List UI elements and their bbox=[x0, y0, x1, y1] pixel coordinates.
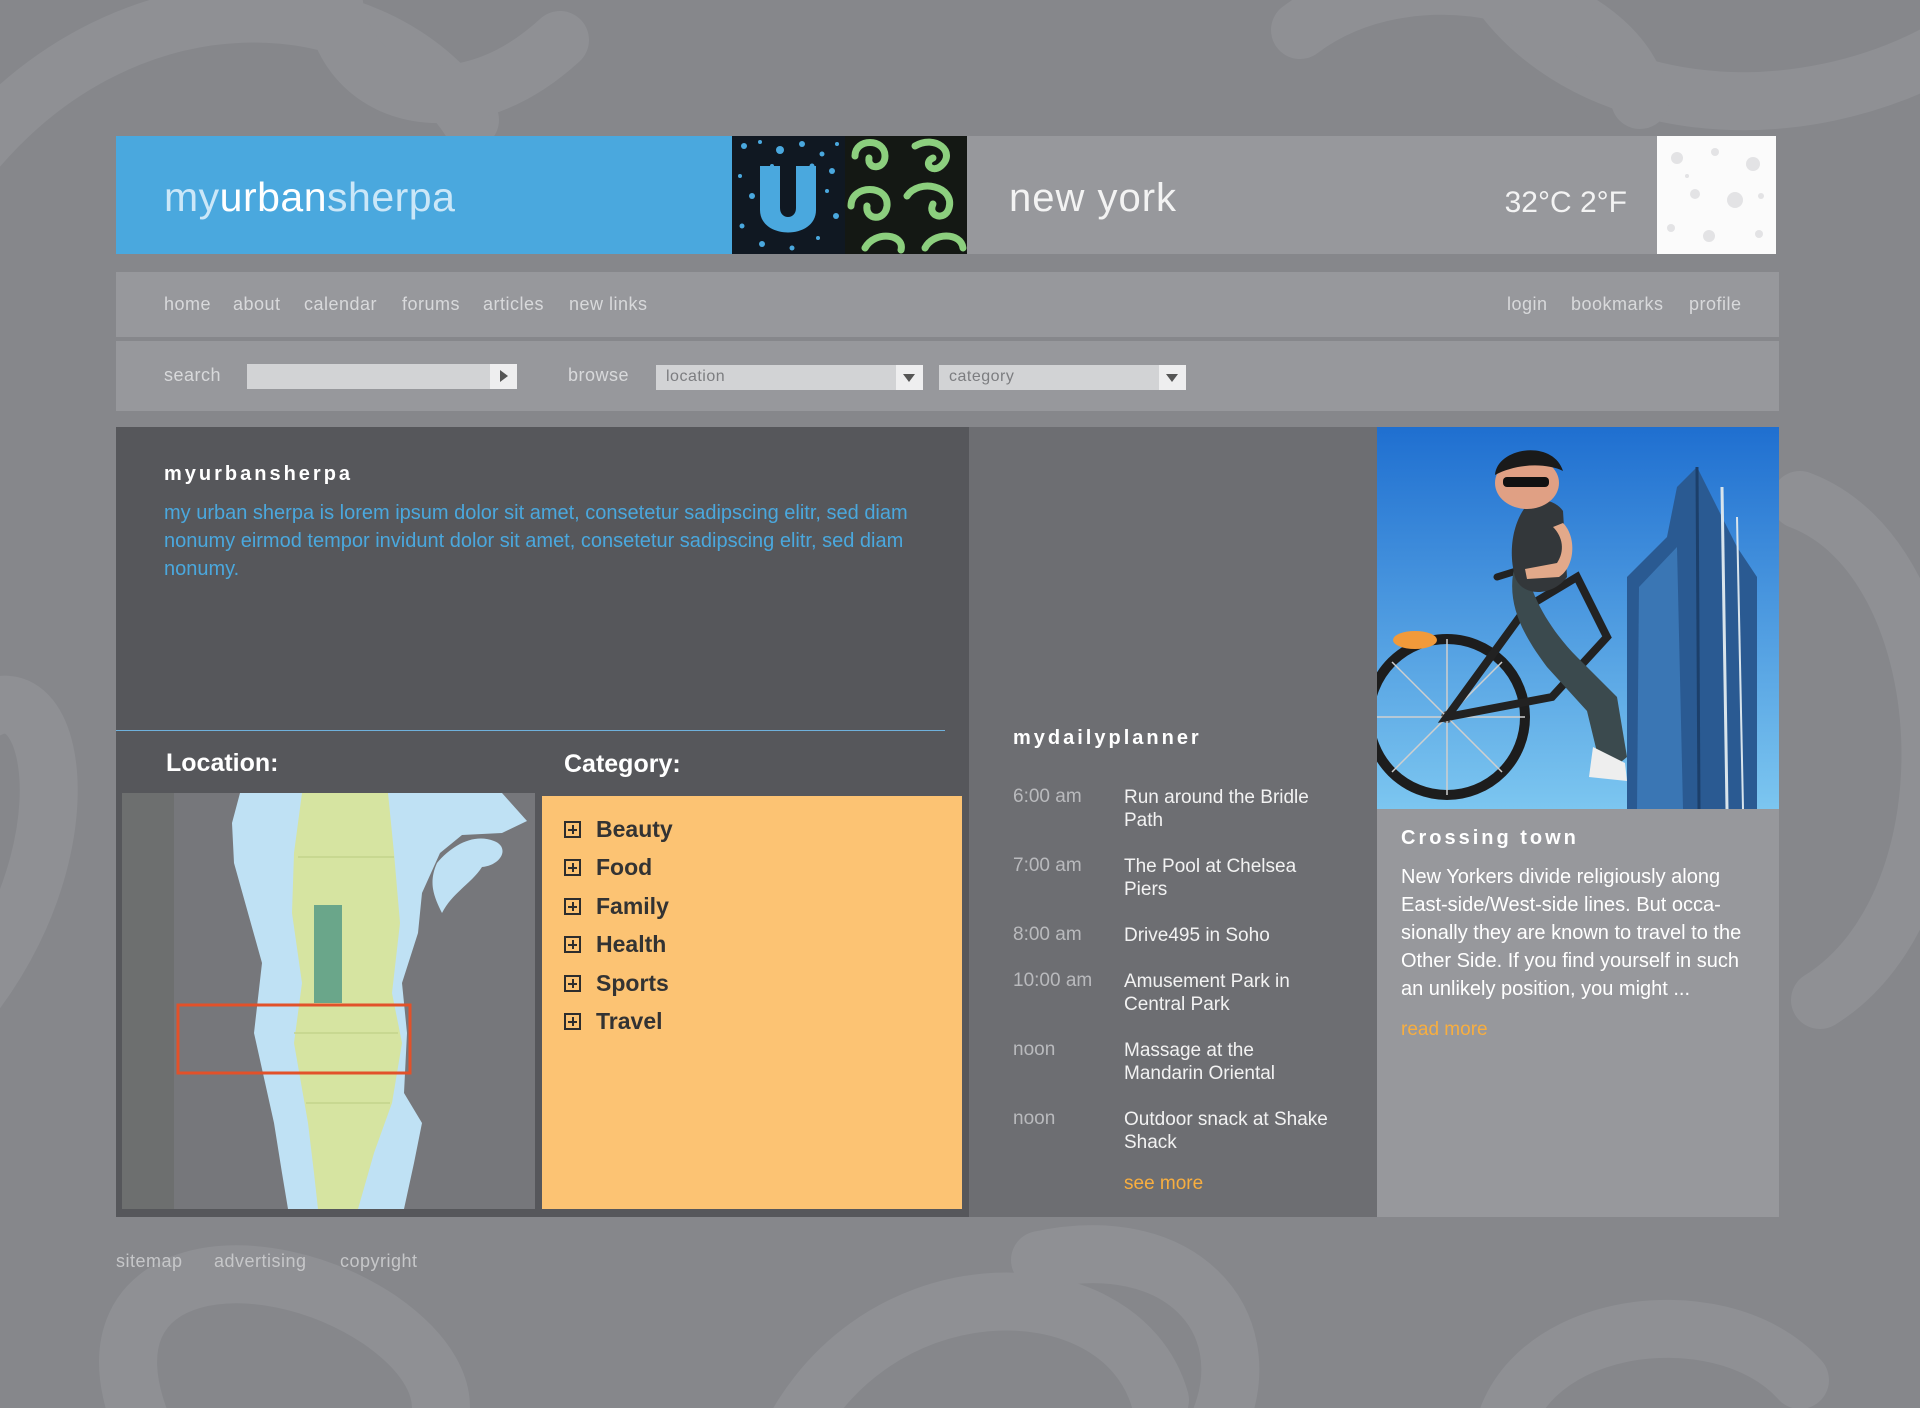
footer-advertising[interactable]: advertising bbox=[214, 1251, 307, 1272]
planner-time: 8:00 am bbox=[1013, 924, 1082, 945]
nav-bookmarks[interactable]: bookmarks bbox=[1571, 294, 1664, 315]
expand-plus-icon bbox=[564, 898, 581, 915]
expand-plus-icon bbox=[564, 936, 581, 953]
main-content-panel: myurbansherpa my urban sherpa is lorem i… bbox=[116, 427, 969, 1217]
section-divider bbox=[116, 730, 945, 731]
location-heading: Location: bbox=[166, 749, 279, 777]
planner-time: 10:00 am bbox=[1013, 970, 1093, 991]
planner-event[interactable]: Drive495 in Soho bbox=[1124, 924, 1334, 947]
footer-sitemap[interactable]: sitemap bbox=[116, 1251, 183, 1272]
intro-text: my urban sherpa is lorem ipsum dolor sit… bbox=[164, 502, 908, 580]
header-banner: myurbansherpa bbox=[116, 136, 732, 254]
planner-event[interactable]: Amusement Park in Central Park bbox=[1124, 970, 1334, 1016]
search-input[interactable] bbox=[247, 364, 490, 389]
search-browse-bar: search browse location category bbox=[116, 341, 1779, 411]
nav-home[interactable]: home bbox=[164, 294, 211, 315]
expand-plus-icon bbox=[564, 859, 581, 876]
planner-time: noon bbox=[1013, 1108, 1056, 1129]
see-more-link[interactable]: see more bbox=[1124, 1173, 1203, 1195]
search-submit-button[interactable] bbox=[490, 364, 517, 389]
dropdown-arrow-icon bbox=[903, 374, 915, 382]
location-weather-bar: new york 32°C 2°F bbox=[967, 136, 1657, 254]
cyclist-photo[interactable] bbox=[1377, 427, 1779, 809]
site-logo[interactable]: myurbansherpa bbox=[164, 174, 455, 221]
nav-about[interactable]: about bbox=[233, 294, 281, 315]
category-dropdown-button[interactable] bbox=[1159, 365, 1186, 390]
swirl-pattern-tile bbox=[845, 136, 967, 254]
planner-event[interactable]: Outdoor snack at Shake Shack bbox=[1124, 1108, 1334, 1154]
search-submit-arrow-icon bbox=[500, 370, 508, 382]
logo-u-tile bbox=[732, 136, 845, 254]
intro-heading: myurbansherpa bbox=[164, 463, 354, 485]
category-heading: Category: bbox=[564, 750, 681, 778]
expand-plus-icon bbox=[564, 1013, 581, 1030]
expand-plus-icon bbox=[564, 821, 581, 838]
feature-text: New Yorkers divide religiously along Eas… bbox=[1401, 866, 1742, 1000]
expand-plus-icon bbox=[564, 975, 581, 992]
temperature: 32°C 2°F bbox=[1504, 186, 1627, 219]
planner-time: noon bbox=[1013, 1039, 1056, 1060]
footer-copyright[interactable]: copyright bbox=[340, 1251, 418, 1272]
nav-login[interactable]: login bbox=[1507, 294, 1548, 315]
nav-profile[interactable]: profile bbox=[1689, 294, 1742, 315]
daily-planner: mydailyplanner 6:00 am Run around the Br… bbox=[969, 427, 1377, 1217]
location-map[interactable] bbox=[122, 793, 535, 1209]
nav-articles[interactable]: articles bbox=[483, 294, 544, 315]
planner-event[interactable]: Massage at the Mandarin Oriental bbox=[1124, 1039, 1334, 1085]
feature-article: Crossing town New Yorkers divide religio… bbox=[1377, 427, 1779, 1217]
planner-event[interactable]: The Pool at Chelsea Piers bbox=[1124, 855, 1334, 901]
planner-event[interactable]: Run around the Bridle Path bbox=[1124, 786, 1334, 832]
search-label: search bbox=[164, 365, 222, 385]
weather-snow-icon bbox=[1657, 136, 1776, 254]
nav-new-links[interactable]: new links bbox=[569, 294, 648, 315]
nav-forums[interactable]: forums bbox=[402, 294, 460, 315]
planner-time: 7:00 am bbox=[1013, 855, 1082, 876]
planner-time: 6:00 am bbox=[1013, 786, 1082, 807]
planner-heading: mydailyplanner bbox=[1013, 727, 1202, 749]
dropdown-arrow-icon bbox=[1166, 374, 1178, 382]
location-select[interactable]: location bbox=[656, 365, 896, 390]
city-name: new york bbox=[1009, 176, 1178, 220]
nav-calendar[interactable]: calendar bbox=[304, 294, 377, 315]
read-more-link[interactable]: read more bbox=[1401, 1019, 1488, 1041]
feature-heading: Crossing town bbox=[1401, 827, 1579, 849]
category-select[interactable]: category bbox=[939, 365, 1159, 390]
main-navigation: home about calendar forums articles new … bbox=[116, 272, 1779, 339]
location-dropdown-button[interactable] bbox=[896, 365, 923, 390]
category-list: Beauty Food Family Health Sports Travel bbox=[542, 796, 962, 1209]
browse-label: browse bbox=[568, 365, 630, 385]
